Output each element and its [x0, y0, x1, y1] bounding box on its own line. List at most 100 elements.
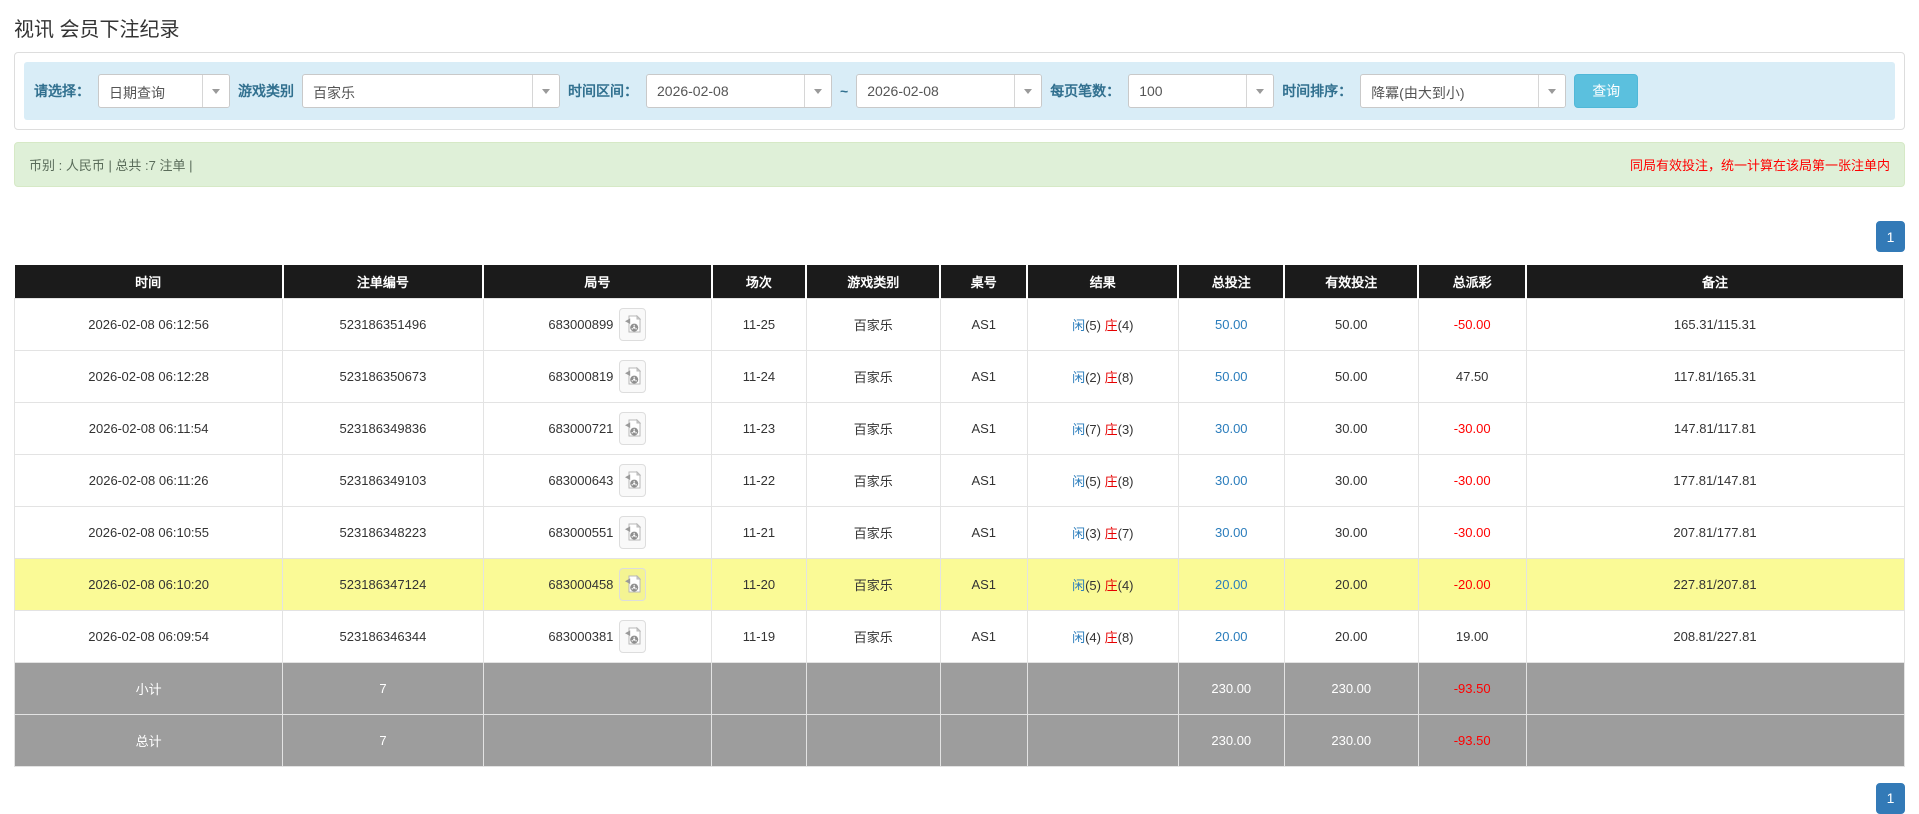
- page-size-value: 100: [1129, 75, 1246, 107]
- filter-bar: 请选择： 日期查询 游戏类别 百家乐 时间区间： 2026-02-08 ~ 20…: [24, 62, 1895, 120]
- table-row: 2026-02-08 06:09:54 523186346344 6830003…: [15, 610, 1905, 662]
- cell-session: 11-21: [712, 506, 806, 558]
- page-1-button[interactable]: 1: [1876, 783, 1905, 814]
- cell-time: 2026-02-08 06:09:54: [15, 610, 283, 662]
- date-to-picker[interactable]: 2026-02-08: [856, 74, 1042, 108]
- totals-row: 总计 7 230.00 230.00 -93.50: [15, 714, 1905, 766]
- cell-table-no: AS1: [940, 610, 1027, 662]
- cell-round-id: 683000899: [483, 298, 712, 350]
- totals-valid-bet: 230.00: [1284, 714, 1418, 766]
- cell-session: 11-23: [712, 402, 806, 454]
- player-result: 闲: [1072, 422, 1085, 437]
- totals-label: 总计: [15, 714, 283, 766]
- cell-game-type: 百家乐: [806, 558, 940, 610]
- page-title: 视讯 会员下注纪录: [14, 13, 1905, 42]
- cell-result: 闲(5) 庄(4): [1027, 558, 1178, 610]
- cell-session: 11-25: [712, 298, 806, 350]
- cell-result: 闲(7) 庄(3): [1027, 402, 1178, 454]
- video-replay-icon[interactable]: [619, 412, 646, 445]
- cell-round-id: 683000643: [483, 454, 712, 506]
- cell-game-type: 百家乐: [806, 402, 940, 454]
- cell-valid-bet: 20.00: [1284, 610, 1418, 662]
- cell-table-no: AS1: [940, 454, 1027, 506]
- pagination-bottom: 1: [14, 783, 1905, 814]
- banker-result: 庄: [1105, 318, 1118, 333]
- cell-table-no: AS1: [940, 558, 1027, 610]
- select-type-label: 请选择：: [34, 81, 90, 101]
- time-sort-label: 时间排序：: [1282, 81, 1352, 101]
- total-bet-link[interactable]: 20.00: [1215, 577, 1248, 592]
- video-replay-icon[interactable]: [619, 568, 646, 601]
- cell-remark: 208.81/227.81: [1526, 610, 1904, 662]
- video-replay-icon[interactable]: [619, 464, 646, 497]
- player-result: 闲: [1072, 370, 1085, 385]
- chevron-down-icon[interactable]: [804, 75, 831, 107]
- currency-total-text: 币别 : 人民币 | 总共 :7 注单 |: [29, 155, 193, 174]
- cell-bet-id: 523186350673: [283, 350, 483, 402]
- chevron-down-icon[interactable]: [1538, 75, 1565, 107]
- total-bet-link[interactable]: 30.00: [1215, 421, 1248, 436]
- cell-bet-id: 523186349836: [283, 402, 483, 454]
- video-file-glyph: [624, 367, 641, 386]
- video-replay-icon[interactable]: [619, 308, 646, 341]
- cell-bet-id: 523186351496: [283, 298, 483, 350]
- chevron-down-icon[interactable]: [1246, 75, 1273, 107]
- banker-result: 庄: [1105, 370, 1118, 385]
- column-header-9: 总派彩: [1418, 265, 1526, 298]
- cell-total-bet: 50.00: [1178, 298, 1284, 350]
- totals-total-bet: 230.00: [1178, 662, 1284, 714]
- cell-time: 2026-02-08 06:12:28: [15, 350, 283, 402]
- banker-result: 庄: [1105, 578, 1118, 593]
- table-row: 2026-02-08 06:11:26 523186349103 6830006…: [15, 454, 1905, 506]
- column-header-4: 游戏类别: [806, 265, 940, 298]
- cell-valid-bet: 30.00: [1284, 506, 1418, 558]
- video-replay-icon[interactable]: [619, 620, 646, 653]
- video-replay-icon[interactable]: [619, 360, 646, 393]
- game-type-dropdown[interactable]: 百家乐: [302, 74, 560, 108]
- totals-row: 小计 7 230.00 230.00 -93.50: [15, 662, 1905, 714]
- totals-count: 7: [283, 714, 483, 766]
- cell-valid-bet: 30.00: [1284, 454, 1418, 506]
- cell-payout: 47.50: [1418, 350, 1526, 402]
- page-1-button[interactable]: 1: [1876, 221, 1905, 252]
- video-file-glyph: [624, 471, 641, 490]
- totals-valid-bet: 230.00: [1284, 662, 1418, 714]
- cell-remark: 177.81/147.81: [1526, 454, 1904, 506]
- cell-session: 11-20: [712, 558, 806, 610]
- table-row: 2026-02-08 06:12:28 523186350673 6830008…: [15, 350, 1905, 402]
- date-from-picker[interactable]: 2026-02-08: [646, 74, 832, 108]
- cell-round-id: 683000381: [483, 610, 712, 662]
- total-bet-link[interactable]: 50.00: [1215, 317, 1248, 332]
- cell-remark: 147.81/117.81: [1526, 402, 1904, 454]
- search-button[interactable]: 查询: [1574, 74, 1638, 108]
- time-sort-dropdown[interactable]: 降冪(由大到小): [1360, 74, 1566, 108]
- cell-remark: 207.81/177.81: [1526, 506, 1904, 558]
- column-header-5: 桌号: [940, 265, 1027, 298]
- page-size-dropdown[interactable]: 100: [1128, 74, 1274, 108]
- chevron-down-icon[interactable]: [532, 75, 559, 107]
- date-range-separator: ~: [840, 83, 848, 99]
- cell-result: 闲(4) 庄(8): [1027, 610, 1178, 662]
- banker-result: 庄: [1105, 422, 1118, 437]
- summary-bar: 币别 : 人民币 | 总共 :7 注单 | 同局有效投注，统一计算在该局第一张注…: [14, 142, 1905, 187]
- column-header-7: 总投注: [1178, 265, 1284, 298]
- table-row: 2026-02-08 06:11:54 523186349836 6830007…: [15, 402, 1905, 454]
- table-header: 时间注单编号局号场次游戏类别桌号结果总投注有效投注总派彩备注: [15, 265, 1905, 298]
- cell-total-bet: 30.00: [1178, 454, 1284, 506]
- chevron-down-icon[interactable]: [1014, 75, 1041, 107]
- total-bet-link[interactable]: 50.00: [1215, 369, 1248, 384]
- chevron-down-icon[interactable]: [202, 75, 229, 107]
- cell-valid-bet: 30.00: [1284, 402, 1418, 454]
- total-bet-link[interactable]: 20.00: [1215, 629, 1248, 644]
- cell-table-no: AS1: [940, 350, 1027, 402]
- video-file-glyph: [624, 575, 641, 594]
- date-from-value: 2026-02-08: [647, 75, 804, 107]
- video-file-glyph: [624, 627, 641, 646]
- query-type-dropdown[interactable]: 日期查询: [98, 74, 230, 108]
- video-replay-icon[interactable]: [619, 516, 646, 549]
- time-range-label: 时间区间：: [568, 81, 638, 101]
- total-bet-link[interactable]: 30.00: [1215, 473, 1248, 488]
- total-bet-link[interactable]: 30.00: [1215, 525, 1248, 540]
- cell-payout: -30.00: [1418, 506, 1526, 558]
- time-sort-value: 降冪(由大到小): [1361, 75, 1538, 107]
